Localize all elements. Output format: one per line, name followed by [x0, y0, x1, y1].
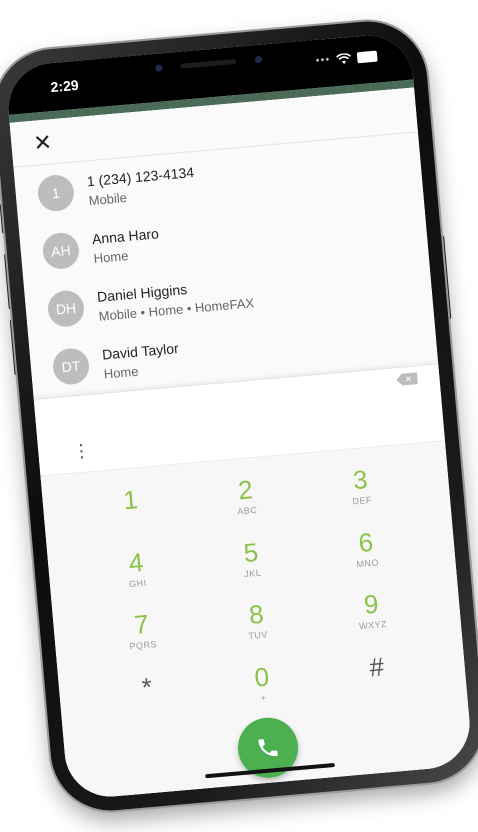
key-digit: 9 — [362, 588, 380, 621]
backspace-icon[interactable]: ✕ — [396, 372, 418, 386]
key-letters: ABC — [236, 505, 258, 517]
key-7[interactable]: 7 PQRS — [82, 594, 202, 666]
avatar: 1 — [36, 173, 76, 213]
key-digit: 6 — [357, 526, 375, 558]
contact-name: David Taylor — [101, 339, 180, 363]
wifi-icon — [336, 52, 351, 64]
close-icon[interactable]: ✕ — [32, 129, 53, 157]
signal-dots-icon: ••• — [315, 53, 331, 67]
key-2[interactable]: 2 ABC — [186, 460, 306, 532]
key-letters: WXYZ — [358, 619, 388, 632]
key-digit: 8 — [247, 598, 265, 631]
key-1[interactable]: 1 — [71, 470, 191, 542]
phone-icon — [258, 739, 278, 757]
key-letters: DEF — [352, 495, 373, 507]
key-hash[interactable]: # — [317, 637, 437, 709]
key-digit: 1 — [122, 484, 140, 516]
key-6[interactable]: 6 MNO — [306, 512, 426, 584]
key-letters — [378, 683, 379, 693]
key-digit: 0 — [253, 661, 271, 693]
dialer-sheet: ✕ 1 1 (234) 123-4134 Mobile AH Anna Haro — [9, 87, 474, 801]
earpiece-speaker — [180, 58, 237, 69]
key-5[interactable]: 5 JKL — [191, 522, 311, 594]
key-digit: # — [368, 651, 386, 683]
key-digit: 5 — [242, 536, 260, 568]
key-8[interactable]: 8 TUV — [197, 584, 317, 656]
key-letters: JKL — [243, 567, 262, 579]
key-star[interactable]: * — [87, 657, 207, 729]
key-letters: + — [260, 692, 267, 703]
avatar: DT — [51, 346, 91, 386]
key-digit: 7 — [132, 608, 150, 641]
key-digit: * — [140, 671, 154, 703]
contact-name: Anna Haro — [91, 224, 160, 247]
key-9[interactable]: 9 WXYZ — [312, 574, 432, 646]
key-letters: GHI — [128, 577, 148, 589]
key-3[interactable]: 3 DEF — [301, 450, 421, 522]
avatar: DH — [46, 289, 86, 329]
key-letters: PQRS — [129, 639, 158, 652]
status-time: 2:29 — [49, 76, 80, 96]
phone-screen: 2:29 ••• ✕ 1 1 (234) 123-4134 Mobile AH … — [4, 31, 474, 801]
phone-device: 2:29 ••• ✕ 1 1 (234) 123-4134 Mobile AH … — [0, 16, 478, 816]
key-letters — [132, 516, 133, 526]
key-digit: 4 — [127, 546, 145, 578]
front-sensor-icon — [155, 64, 163, 72]
contact-detail: Home — [103, 363, 140, 382]
stage: 2:29 ••• ✕ 1 1 (234) 123-4134 Mobile AH … — [0, 0, 478, 832]
key-digit: 2 — [236, 474, 254, 506]
key-letters: MNO — [355, 557, 380, 570]
battery-icon — [356, 50, 378, 63]
more-vert-icon[interactable]: ⋮ — [72, 440, 92, 461]
avatar: AH — [41, 231, 81, 271]
key-4[interactable]: 4 GHI — [76, 532, 196, 604]
key-letters — [148, 703, 149, 713]
dial-keypad: 1 2 ABC 3 DEF 4 GHI 5 JKL 6 MNO 7 PQRS 8… — [40, 441, 468, 732]
key-0[interactable]: 0 + — [202, 647, 322, 719]
front-camera-icon — [254, 55, 263, 64]
status-icons: ••• — [315, 50, 378, 67]
contact-suggestions: 1 1 (234) 123-4134 Mobile AH Anna Haro H… — [14, 132, 439, 399]
key-digit: 3 — [351, 464, 369, 496]
contact-detail: Home — [93, 247, 129, 266]
key-letters: TUV — [248, 629, 269, 642]
